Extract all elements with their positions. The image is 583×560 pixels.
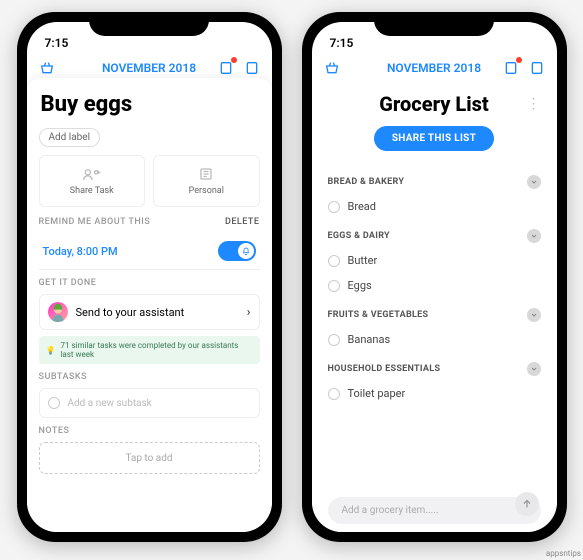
category-name: HOUSEHOLD ESSENTIALS [328, 364, 441, 374]
add-subtask-input[interactable]: Add a new subtask [39, 388, 260, 418]
basket-icon[interactable] [39, 60, 55, 76]
category-header[interactable]: BREAD & BAKERY [328, 175, 541, 189]
category-header[interactable]: FRUITS & VEGETABLES [328, 308, 541, 322]
status-time: 7:15 [45, 36, 254, 50]
add-label-chip[interactable]: Add label [39, 128, 101, 147]
category-name: EGGS & DAIRY [328, 231, 390, 241]
chevron-down-icon [527, 229, 541, 243]
reminder-time: Today, 8:00 PM [43, 245, 118, 258]
assistant-avatar [48, 302, 68, 322]
chevron-down-icon [527, 175, 541, 189]
radio-icon [48, 397, 60, 409]
notes-placeholder: Tap to add [125, 453, 172, 464]
phone-right: 7:15 NOVEMBER 2018 Grocery List ⋮ [302, 12, 567, 542]
send-button[interactable] [515, 492, 539, 516]
delete-button[interactable]: DELETE [225, 217, 260, 227]
get-it-done-header: GET IT DONE [39, 278, 260, 288]
subtask-placeholder: Add a new subtask [68, 398, 152, 409]
list-item[interactable]: Bananas [328, 327, 541, 352]
assistant-banner: 💡 71 similar tasks were completed by our… [39, 336, 260, 364]
list-item[interactable]: Bread [328, 194, 541, 219]
chevron-down-icon [527, 308, 541, 322]
subtasks-header: SUBTASKS [39, 372, 260, 382]
watermark: appsntips [546, 549, 581, 558]
notification-icon[interactable] [503, 60, 519, 76]
radio-icon[interactable] [328, 201, 340, 213]
bell-icon [241, 246, 251, 256]
item-label: Eggs [348, 279, 372, 292]
add-icon[interactable] [529, 60, 545, 76]
item-label: Toilet paper [348, 387, 406, 400]
share-task-label: Share Task [70, 186, 114, 196]
assistant-text: Send to your assistant [76, 306, 185, 319]
basket-icon[interactable] [324, 60, 340, 76]
share-task-tile[interactable]: Share Task [39, 155, 146, 207]
notification-badge [516, 57, 522, 63]
list-icon [196, 167, 216, 181]
grocery-sheet: Grocery List ⋮ SHARE THIS LIST BREAD & B… [312, 78, 557, 532]
share-icon [82, 167, 102, 181]
list-item[interactable]: Eggs [328, 273, 541, 298]
item-label: Butter [348, 254, 378, 267]
notes-input[interactable]: Tap to add [39, 442, 260, 474]
task-sheet: Buy eggs Add label Share Task Personal R… [27, 78, 272, 532]
nav-title: NOVEMBER 2018 [387, 61, 481, 75]
category-header[interactable]: EGGS & DAIRY [328, 229, 541, 243]
phone-left: 7:15 NOVEMBER 2018 Buy eggs Add label [17, 12, 282, 542]
add-grocery-input[interactable]: Add a grocery item..... [328, 497, 541, 524]
remind-header: REMIND ME ABOUT THIS DELETE [39, 217, 260, 227]
task-title: Buy eggs [41, 92, 258, 117]
radio-icon[interactable] [328, 334, 340, 346]
arrow-up-icon [521, 498, 533, 510]
category-header[interactable]: HOUSEHOLD ESSENTIALS [328, 362, 541, 376]
personal-label: Personal [189, 186, 224, 196]
category-name: BREAD & BAKERY [328, 177, 405, 187]
radio-icon[interactable] [328, 255, 340, 267]
chevron-down-icon [527, 362, 541, 376]
category-name: FRUITS & VEGETABLES [328, 310, 429, 320]
add-grocery-placeholder: Add a grocery item..... [342, 505, 439, 516]
radio-icon[interactable] [328, 280, 340, 292]
share-list-button[interactable]: SHARE THIS LIST [374, 126, 494, 151]
item-label: Bread [348, 200, 377, 213]
notification-icon[interactable] [218, 60, 234, 76]
assistant-row[interactable]: Send to your assistant › [39, 294, 260, 330]
add-icon[interactable] [244, 60, 260, 76]
status-time: 7:15 [330, 36, 539, 50]
list-title: Grocery List [379, 92, 488, 116]
reminder-toggle[interactable] [218, 241, 256, 261]
list-item[interactable]: Toilet paper [328, 381, 541, 406]
list-item[interactable]: Butter [328, 248, 541, 273]
radio-icon[interactable] [328, 388, 340, 400]
bulb-icon: 💡 [46, 346, 56, 355]
chevron-right-icon: › [247, 305, 251, 320]
notch [89, 12, 209, 36]
reminder-row[interactable]: Today, 8:00 PM [39, 233, 260, 270]
notch [374, 12, 494, 36]
personal-tile[interactable]: Personal [153, 155, 260, 207]
notification-badge [231, 57, 237, 63]
nav-title: NOVEMBER 2018 [102, 61, 196, 75]
notes-header: NOTES [39, 426, 260, 436]
item-label: Bananas [348, 333, 391, 346]
more-icon[interactable]: ⋮ [527, 96, 541, 112]
